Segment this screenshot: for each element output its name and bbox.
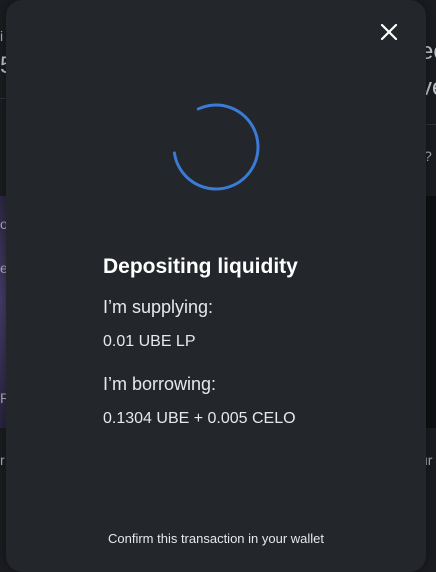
close-icon	[380, 23, 398, 41]
divider	[426, 124, 436, 125]
close-button[interactable]	[378, 21, 400, 43]
background-text: i	[0, 28, 4, 44]
deposit-modal: Depositing liquidity I’m supplying: 0.01…	[6, 0, 426, 572]
borrowing-label: I’m borrowing:	[103, 374, 217, 394]
loading-spinner-icon	[172, 103, 260, 191]
modal-title: Depositing liquidity	[103, 255, 298, 278]
supplying-value: 0.01 UBE LP	[103, 333, 196, 350]
borrowing-value: 0.1304 UBE + 0.005 CELO	[103, 410, 296, 427]
background-image	[426, 196, 436, 428]
wallet-confirm-hint: Confirm this transaction in your wallet	[107, 531, 325, 546]
supplying-label: I’m supplying:	[103, 297, 214, 317]
background-text: r	[0, 452, 5, 468]
